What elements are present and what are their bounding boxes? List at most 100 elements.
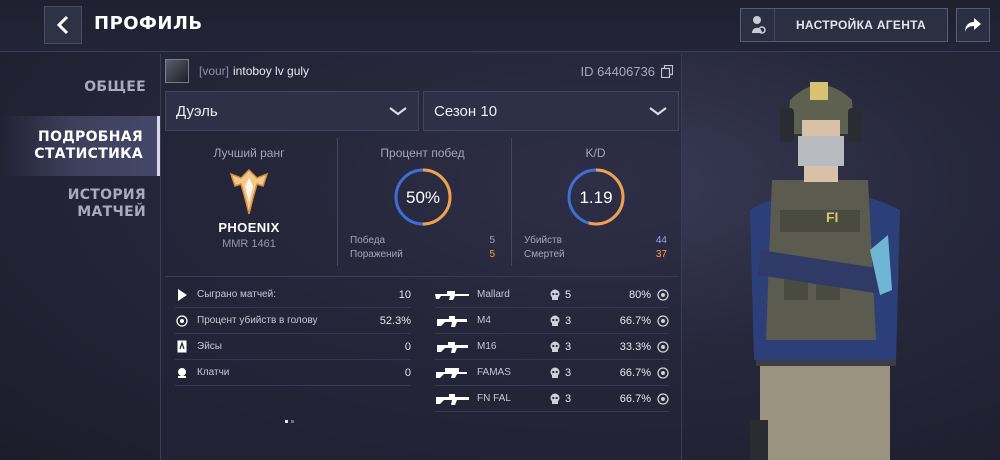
deaths-value: 37 (655, 249, 667, 260)
sniper-rifle-icon (435, 290, 469, 300)
clutch-icon (175, 366, 189, 380)
divider (165, 276, 679, 277)
win-rate-block: Процент побед 50% Победа 5 Поражений 5 (337, 138, 507, 266)
agent-settings-button[interactable]: НАСТРОЙКА АГЕНТА (740, 8, 948, 42)
wins-value: 5 (489, 235, 495, 246)
stat-label: Клатчи (197, 367, 230, 378)
user-id[interactable]: ID 64406736 (581, 64, 673, 79)
weapon-row: M16 3 33.3% (435, 334, 669, 360)
list-item: Сыграно матчей: 10 (175, 282, 411, 308)
nickname: intoboy lv guly (233, 64, 310, 78)
nav-item-general[interactable]: ОБЩЕЕ (0, 60, 160, 116)
weapon-name: FN FAL (477, 393, 511, 404)
skull-icon (550, 289, 560, 300)
chevron-down-icon (389, 107, 407, 116)
kills-row: Убийств 44 (512, 234, 679, 248)
stat-value: 52.3% (379, 314, 411, 327)
losses-value: 5 (489, 249, 495, 260)
weapon-row: FN FAL 3 66.7% (435, 386, 669, 412)
weapon-kills: 3 (565, 392, 572, 405)
best-rank-block: Лучший ранг PHOENIX MMR 1461 (165, 138, 333, 266)
list-item: Эйсы 0 (175, 334, 411, 360)
rifle-icon (437, 341, 468, 353)
season-dropdown[interactable]: Сезон 10 (423, 91, 679, 131)
weapon-name: M4 (477, 315, 491, 326)
win-rate-title: Процент побед (380, 146, 465, 160)
headshot-icon (175, 314, 189, 328)
weapon-row: Mallard 5 80% (435, 282, 669, 308)
stat-value: 10 (398, 288, 411, 301)
weapon-headshot-pct: 66.7% (619, 314, 651, 327)
phoenix-rank-icon (229, 168, 269, 215)
stat-label: Эйсы (197, 341, 222, 352)
nav-item-match-history[interactable]: ИСТОРИЯ МАТЧЕЙ (0, 176, 160, 232)
clan-tag: [vour] (199, 64, 230, 78)
losses-row: Поражений 5 (338, 248, 507, 262)
wins-label: Победа (350, 235, 386, 246)
weapon-name: M16 (477, 341, 497, 352)
stat-value: 0 (404, 340, 411, 353)
chevron-down-icon (649, 107, 667, 116)
losses-label: Поражений (350, 249, 403, 260)
skull-icon (550, 341, 560, 352)
stats-panel: [vour] intoboy lv guly ID 64406736 Дуэль… (160, 54, 682, 460)
weapon-name: FAMAS (477, 367, 511, 378)
weapons-list: Mallard 5 80% M4 3 66.7% M16 3 33.3% FAM… (435, 282, 669, 412)
page-indicator[interactable] (285, 420, 294, 423)
ace-card-icon (175, 340, 189, 354)
back-button[interactable] (44, 6, 82, 44)
win-rate-value: 50% (405, 188, 439, 207)
best-rank-title: Лучший ранг (213, 146, 285, 160)
mode-dropdown[interactable]: Дуэль (165, 91, 419, 131)
kills-label: Убийств (524, 235, 562, 246)
play-icon (175, 288, 189, 302)
share-arrow-icon (965, 18, 981, 32)
kd-ring: 1.19 (567, 168, 624, 226)
side-nav: ОБЩЕЕ ПОДРОБНАЯ СТАТИСТИКА ИСТОРИЯ МАТЧЕ… (0, 60, 160, 232)
headshot-icon (657, 314, 669, 327)
headshot-icon (657, 366, 669, 379)
copy-icon[interactable] (661, 64, 673, 78)
skull-icon (550, 315, 560, 326)
weapon-kills: 3 (565, 366, 572, 379)
kd-value: 1.19 (579, 188, 612, 207)
deaths-row: Смертей 37 (512, 248, 679, 262)
general-stats-list: Сыграно матчей: 10 Процент убийств в гол… (175, 282, 411, 386)
share-button[interactable] (956, 8, 990, 42)
chevron-left-icon (56, 15, 69, 35)
page-dot-active[interactable] (285, 420, 288, 423)
headshot-icon (657, 340, 669, 353)
weapon-row: M4 3 66.7% (435, 308, 669, 334)
agent-settings-label: НАСТРОЙКА АГЕНТА (795, 18, 927, 32)
top-bar: ПРОФИЛЬ НАСТРОЙКА АГЕНТА (0, 0, 1000, 52)
agent-icon (741, 9, 775, 41)
deaths-label: Смертей (524, 249, 565, 260)
user-id-text: ID 64406736 (580, 63, 655, 79)
page-dot[interactable] (291, 420, 294, 423)
svg-text:FI: FI (826, 209, 838, 225)
avatar (165, 59, 189, 83)
kd-title: K/D (585, 146, 606, 160)
wins-row: Победа 5 (338, 234, 507, 248)
skull-icon (550, 367, 560, 378)
rifle-icon (436, 393, 469, 405)
weapon-headshot-pct: 33.3% (619, 340, 651, 353)
weapon-headshot-pct: 66.7% (619, 366, 651, 379)
nav-item-detailed-stats[interactable]: ПОДРОБНАЯ СТАТИСТИКА (0, 116, 160, 176)
rank-mmr: MMR 1461 (222, 238, 276, 250)
headshot-icon (657, 288, 669, 301)
page-title: ПРОФИЛЬ (94, 13, 203, 34)
rifle-icon (436, 367, 467, 378)
weapon-kills: 3 (565, 314, 572, 327)
weapon-kills: 3 (565, 340, 572, 353)
season-value: Сезон 10 (434, 102, 498, 120)
kills-value: 44 (655, 235, 667, 246)
list-item: Процент убийств в голову 52.3% (175, 308, 411, 334)
weapon-headshot-pct: 66.7% (619, 392, 651, 405)
kd-block: K/D 1.19 Убийств 44 Смертей 37 (511, 138, 679, 266)
user-row: [vour] intoboy lv guly ID 64406736 (165, 56, 679, 86)
win-rate-ring: 50% (394, 168, 451, 226)
stat-value: 0 (404, 366, 411, 379)
rifle-icon (437, 315, 467, 327)
list-item: Клатчи 0 (175, 360, 411, 386)
